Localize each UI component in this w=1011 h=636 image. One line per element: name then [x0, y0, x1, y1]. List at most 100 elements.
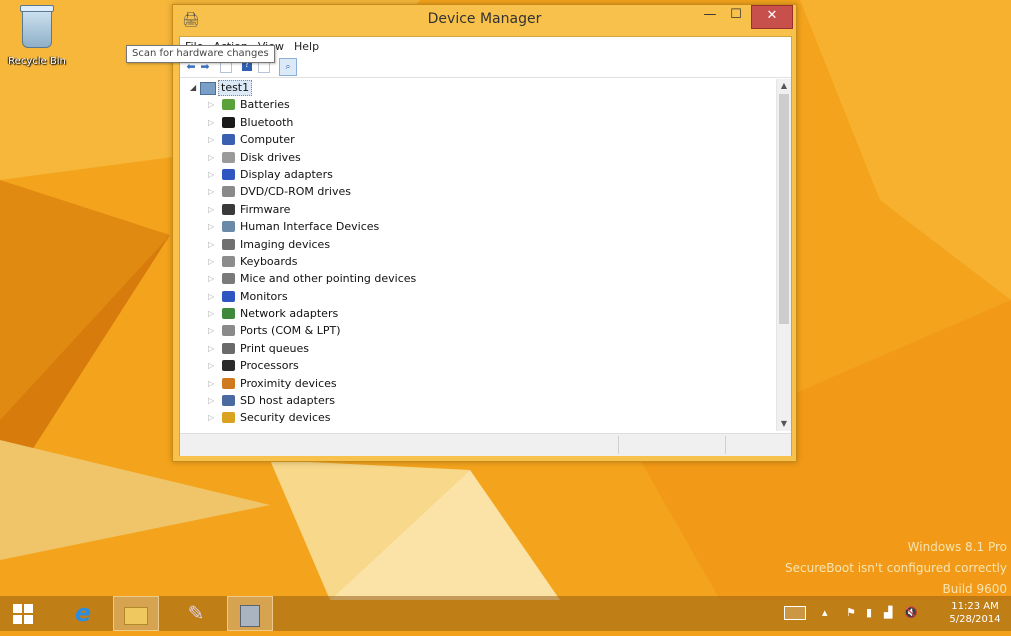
- recycle-bin-label: Recycle Bin: [8, 56, 66, 67]
- battery-tray-icon[interactable]: ▮: [866, 606, 872, 619]
- device-category-label: Keyboards: [240, 254, 298, 268]
- paint-icon[interactable]: ✎: [173, 596, 219, 631]
- device-category-row[interactable]: ▷ Mice and other pointing devices: [180, 270, 776, 287]
- expand-arrow-icon[interactable]: ▷: [208, 357, 214, 374]
- minimize-button[interactable]: —: [697, 5, 723, 27]
- device-category-row[interactable]: ▷ Ports (COM & LPT): [180, 322, 776, 339]
- device-category-label: Processors: [240, 359, 299, 373]
- device-tree: ◢ test1 ▷ Batteries ▷ Bluetooth ▷ Computer ▷ Di…: [180, 79, 776, 431]
- network-icon: [222, 308, 235, 320]
- computer-root-icon: [200, 82, 216, 95]
- internet-explorer-icon[interactable]: e: [60, 596, 106, 631]
- device-category-row[interactable]: ▷ Print queues: [180, 340, 776, 357]
- expand-arrow-icon[interactable]: ▷: [208, 409, 214, 426]
- scroll-down-arrow-icon[interactable]: ▼: [777, 417, 791, 431]
- vertical-scrollbar[interactable]: ▲ ▼: [776, 79, 791, 431]
- system-clock[interactable]: 11:23 AM 5/28/2014: [942, 600, 1008, 626]
- expand-arrow-icon[interactable]: ▷: [208, 253, 214, 270]
- device-category-label: Batteries: [240, 98, 290, 112]
- expand-arrow-icon[interactable]: ▷: [208, 96, 214, 113]
- security-key-icon: [222, 412, 235, 424]
- battery-icon: [222, 99, 235, 111]
- menu-help[interactable]: Help: [289, 37, 324, 53]
- expand-arrow-icon[interactable]: ▷: [208, 392, 214, 409]
- close-button[interactable]: ✕: [751, 5, 793, 29]
- device-category-row[interactable]: ▷ Network adapters: [180, 305, 776, 322]
- maximize-button[interactable]: ☐: [723, 5, 749, 27]
- expand-arrow-icon[interactable]: ▷: [208, 305, 214, 322]
- device-category-row[interactable]: ▷ DVD/CD-ROM drives: [180, 183, 776, 200]
- device-category-row[interactable]: ▷ Human Interface Devices: [180, 218, 776, 235]
- device-category-label: Security devices: [240, 411, 331, 425]
- watermark-edition: Windows 8.1 Pro: [907, 540, 1007, 554]
- expand-arrow-icon[interactable]: ▷: [208, 201, 214, 218]
- firmware-icon: [222, 203, 235, 215]
- device-category-row[interactable]: ▷ Processors: [180, 357, 776, 374]
- start-button[interactable]: [0, 596, 46, 631]
- network-tray-icon[interactable]: ▟: [884, 606, 892, 619]
- recycle-bin-shortcut[interactable]: Recycle Bin: [6, 5, 68, 67]
- title-bar[interactable]: 🖨 Device Manager — ☐ ✕: [173, 5, 796, 35]
- device-manager-taskbar-icon[interactable]: [227, 596, 273, 631]
- device-category-row[interactable]: ▷ Disk drives: [180, 149, 776, 166]
- properties-icon[interactable]: [258, 62, 270, 73]
- watermark-secureboot: SecureBoot isn't configured correctly: [785, 561, 1007, 575]
- expand-arrow-icon[interactable]: ▷: [208, 183, 214, 200]
- device-category-row[interactable]: ▷ SD host adapters: [180, 392, 776, 409]
- device-category-row[interactable]: ▷ Firmware: [180, 201, 776, 218]
- printer-icon: [222, 342, 235, 354]
- scroll-up-arrow-icon[interactable]: ▲: [777, 79, 791, 93]
- keyboard-icon: [222, 255, 235, 267]
- touch-keyboard-icon[interactable]: [784, 606, 806, 623]
- device-category-label: Computer: [240, 133, 295, 147]
- clock-time: 11:23 AM: [951, 601, 999, 612]
- collapse-arrow-icon[interactable]: ◢: [190, 79, 196, 96]
- device-category-label: SD host adapters: [240, 394, 335, 408]
- expand-arrow-icon[interactable]: ▷: [208, 375, 214, 392]
- device-category-row[interactable]: ▷ Security devices: [180, 409, 776, 426]
- device-category-label: DVD/CD-ROM drives: [240, 185, 351, 199]
- expand-arrow-icon[interactable]: ▷: [208, 131, 214, 148]
- device-category-row[interactable]: ▷ Proximity devices: [180, 375, 776, 392]
- expand-arrow-icon[interactable]: ▷: [208, 149, 214, 166]
- expand-arrow-icon[interactable]: ▷: [208, 270, 214, 287]
- tree-root-label: test1: [218, 80, 253, 96]
- show-hide-console-tree-icon[interactable]: [220, 62, 232, 73]
- device-category-label: Disk drives: [240, 150, 301, 164]
- expand-arrow-icon[interactable]: ▷: [208, 218, 214, 235]
- device-category-row[interactable]: ▷ Display adapters: [180, 166, 776, 183]
- file-explorer-icon[interactable]: [113, 596, 159, 631]
- device-category-row[interactable]: ▷ Keyboards: [180, 253, 776, 270]
- hid-icon: [222, 221, 235, 233]
- dvd-drive-icon: [222, 186, 235, 198]
- scan-hardware-changes-icon[interactable]: ⌕: [279, 58, 297, 76]
- device-category-row[interactable]: ▷ Imaging devices: [180, 236, 776, 253]
- expand-arrow-icon[interactable]: ▷: [208, 288, 214, 305]
- clock-date: 5/28/2014: [949, 614, 1001, 625]
- expand-arrow-icon[interactable]: ▷: [208, 322, 214, 339]
- device-category-row[interactable]: ▷ Bluetooth: [180, 114, 776, 131]
- tree-root-node[interactable]: ◢ test1: [180, 79, 776, 96]
- device-category-label: Bluetooth: [240, 115, 294, 129]
- action-center-flag-icon[interactable]: ⚑: [846, 606, 856, 619]
- mouse-icon: [222, 273, 235, 285]
- device-category-row[interactable]: ▷ Batteries: [180, 96, 776, 113]
- expand-arrow-icon[interactable]: ▷: [208, 166, 214, 183]
- device-manager-window: 🖨 Device Manager — ☐ ✕ FileActionViewHel…: [172, 4, 797, 462]
- device-category-label: Firmware: [240, 202, 291, 216]
- show-hidden-icons-icon[interactable]: ▴: [822, 606, 828, 619]
- device-category-label: Mice and other pointing devices: [240, 272, 417, 286]
- device-category-row[interactable]: ▷ Monitors: [180, 288, 776, 305]
- volume-muted-icon[interactable]: 🔇: [904, 606, 918, 619]
- window-client-area: FileActionViewHelp ⬅ ➡ ? ⌕ ◢ test1 ▷Batt…: [179, 36, 792, 456]
- expand-arrow-icon[interactable]: ▷: [208, 340, 214, 357]
- windows-logo-icon: [13, 604, 33, 624]
- status-separator: [725, 436, 726, 454]
- bluetooth-icon: [222, 116, 235, 128]
- disk-drive-icon: [222, 151, 235, 163]
- device-category-row[interactable]: ▷ Computer: [180, 131, 776, 148]
- scan-tooltip: Scan for hardware changes: [126, 45, 275, 63]
- expand-arrow-icon[interactable]: ▷: [208, 114, 214, 131]
- expand-arrow-icon[interactable]: ▷: [208, 236, 214, 253]
- scrollbar-thumb[interactable]: [779, 94, 789, 324]
